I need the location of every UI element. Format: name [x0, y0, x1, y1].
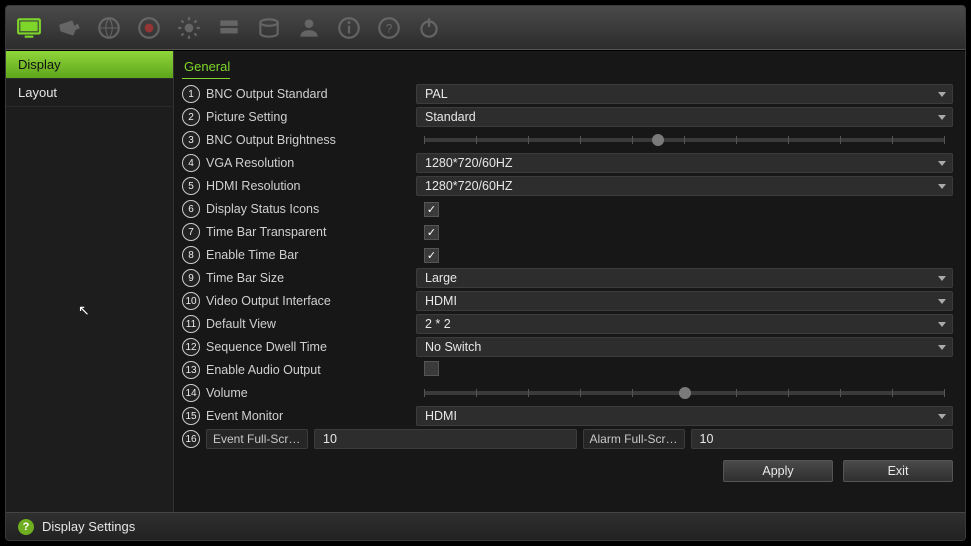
row-number-badge: 11	[182, 315, 200, 333]
row-number-badge: 2	[182, 108, 200, 126]
slider-thumb[interactable]	[679, 387, 691, 399]
select-field[interactable]: HDMI	[416, 291, 953, 311]
footer-title: Display Settings	[42, 519, 135, 534]
row-number-badge: 10	[182, 292, 200, 310]
select-field[interactable]: No Switch	[416, 337, 953, 357]
row-label: BNC Output Standard	[206, 87, 416, 101]
setting-row: 15 Event MonitorHDMI	[182, 405, 953, 427]
sidebar-item-label: Display	[18, 57, 61, 72]
select-field[interactable]: 1280*720/60HZ	[416, 153, 953, 173]
setting-row: 8 Enable Time Bar	[182, 244, 953, 266]
setting-row: 5 HDMI Resolution1280*720/60HZ	[182, 175, 953, 197]
row-number-badge: 4	[182, 154, 200, 172]
network-icon[interactable]	[92, 11, 126, 45]
row-label: Time Bar Size	[206, 271, 416, 285]
row-label: VGA Resolution	[206, 156, 416, 170]
row-number-badge: 15	[182, 407, 200, 425]
mouse-cursor-icon: ↖	[78, 302, 90, 319]
alarm-fullscreen-input[interactable]: 10	[691, 429, 954, 449]
row-label: Display Status Icons	[206, 202, 416, 216]
alarm-icon[interactable]	[172, 11, 206, 45]
slider-track[interactable]	[424, 391, 945, 395]
storage-icon[interactable]	[212, 11, 246, 45]
checkbox[interactable]	[424, 361, 439, 376]
footer-bar: ? Display Settings	[6, 512, 965, 540]
row-label: Volume	[206, 386, 416, 400]
row-number-badge: 9	[182, 269, 200, 287]
power-icon[interactable]	[412, 11, 446, 45]
slider-track[interactable]	[424, 138, 945, 142]
user-icon[interactable]	[292, 11, 326, 45]
row-number-badge: 16	[182, 430, 200, 448]
row-label: Enable Audio Output	[206, 363, 416, 377]
row-label: Time Bar Transparent	[206, 225, 416, 239]
sidebar: Display Layout ↖	[6, 51, 174, 512]
select-field[interactable]: HDMI	[416, 406, 953, 426]
info-icon[interactable]	[332, 11, 366, 45]
setting-row: 9 Time Bar SizeLarge	[182, 267, 953, 289]
setting-row: 12 Sequence Dwell TimeNo Switch	[182, 336, 953, 358]
svg-text:?: ?	[386, 21, 393, 35]
row-number-badge: 8	[182, 246, 200, 264]
apply-button[interactable]: Apply	[723, 460, 833, 482]
select-field[interactable]: PAL	[416, 84, 953, 104]
select-field[interactable]: Large	[416, 268, 953, 288]
setting-row: 7 Time Bar Transparent	[182, 221, 953, 243]
sidebar-item-display[interactable]: Display	[6, 51, 173, 79]
row-label: Sequence Dwell Time	[206, 340, 416, 354]
row-number-badge: 3	[182, 131, 200, 149]
checkbox[interactable]	[424, 248, 439, 263]
select-field[interactable]: Standard	[416, 107, 953, 127]
row-label: Default View	[206, 317, 416, 331]
settings-table: 1BNC Output StandardPAL2Picture SettingS…	[182, 83, 953, 450]
row-number-badge: 14	[182, 384, 200, 402]
top-toolbar: ?	[6, 6, 965, 50]
tab-general[interactable]: General	[182, 57, 230, 79]
setting-row: 13 Enable Audio Output	[182, 359, 953, 381]
alarm-fullscreen-label: Alarm Full-Scr…	[583, 429, 685, 449]
exit-button[interactable]: Exit	[843, 460, 953, 482]
row-label: HDMI Resolution	[206, 179, 416, 193]
sidebar-item-layout[interactable]: Layout	[6, 79, 173, 107]
camera-icon[interactable]	[52, 11, 86, 45]
setting-row: 11 Default View2 * 2	[182, 313, 953, 335]
slider-thumb[interactable]	[652, 134, 664, 146]
row-number-badge: 13	[182, 361, 200, 379]
hdd-icon[interactable]	[252, 11, 286, 45]
row-label: Event Monitor	[206, 409, 416, 423]
setting-row: 16 Event Full-Scr… 10 Alarm Full-Scr… 10	[182, 428, 953, 450]
monitor-icon[interactable]	[12, 11, 46, 45]
select-field[interactable]: 2 * 2	[416, 314, 953, 334]
setting-row: 3 BNC Output Brightness	[182, 129, 953, 151]
footer-help-icon[interactable]: ?	[18, 519, 34, 535]
row-label: Video Output Interface	[206, 294, 416, 308]
setting-row: 14 Volume	[182, 382, 953, 404]
checkbox[interactable]	[424, 202, 439, 217]
row-label: Enable Time Bar	[206, 248, 416, 262]
event-fullscreen-label: Event Full-Scr…	[206, 429, 308, 449]
sidebar-item-label: Layout	[18, 85, 57, 100]
row-number-badge: 12	[182, 338, 200, 356]
select-field[interactable]: 1280*720/60HZ	[416, 176, 953, 196]
event-fullscreen-input[interactable]: 10	[314, 429, 577, 449]
setting-row: 1 BNC Output StandardPAL	[182, 83, 953, 105]
setting-row: 2 Picture SettingStandard	[182, 106, 953, 128]
setting-row: 10 Video Output InterfaceHDMI	[182, 290, 953, 312]
row-number-badge: 6	[182, 200, 200, 218]
checkbox[interactable]	[424, 225, 439, 240]
row-number-badge: 7	[182, 223, 200, 241]
row-number-badge: 1	[182, 85, 200, 103]
help-icon[interactable]: ?	[372, 11, 406, 45]
setting-row: 6 Display Status Icons	[182, 198, 953, 220]
setting-row: 4 VGA Resolution1280*720/60HZ	[182, 152, 953, 174]
row-label: Picture Setting	[206, 110, 416, 124]
row-number-badge: 5	[182, 177, 200, 195]
record-icon[interactable]	[132, 11, 166, 45]
row-label: BNC Output Brightness	[206, 133, 416, 147]
